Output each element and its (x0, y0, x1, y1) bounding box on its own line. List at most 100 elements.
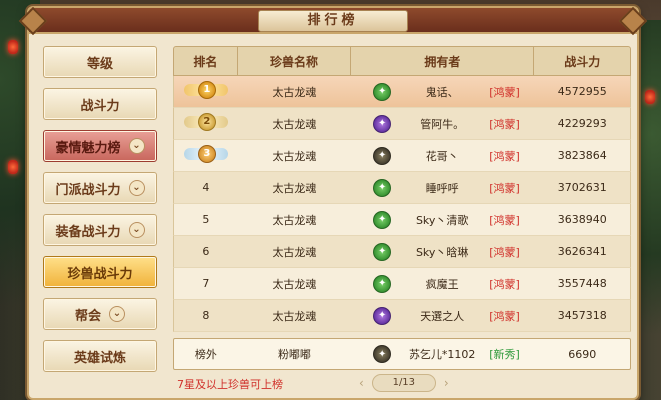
table-row[interactable]: 2 太古龙魂 ✦ 管阿牛。 [鸿蒙] 4229293 (173, 108, 631, 140)
chevron-down-icon[interactable]: ⌄ (128, 138, 145, 154)
table-footer: 7星及以上珍兽可上榜 ‹ 1/13 › (173, 372, 631, 394)
power-cell: 3626341 (557, 245, 607, 258)
chevron-down-icon[interactable]: ⌄ (109, 306, 125, 322)
next-page-icon[interactable]: › (444, 376, 449, 390)
header-pet-name: 珍兽名称 (238, 47, 352, 75)
sect-badge-icon: ✦ (373, 242, 392, 261)
pet-name-cell: 太古龙魂 (272, 85, 317, 99)
sidebar-item-0[interactable]: 等级 (43, 46, 157, 78)
owner-name[interactable]: 天選之人 (399, 308, 485, 324)
power-cell: 4572955 (557, 85, 607, 98)
chevron-down-icon[interactable]: ⌄ (128, 180, 145, 196)
power-cell: 3823864 (557, 149, 607, 162)
owner-name[interactable]: 睡呼呼 (399, 180, 485, 196)
owner-name[interactable]: 管阿牛。 (399, 116, 485, 132)
pet-name-cell: 太古龙魂 (272, 117, 317, 131)
sidebar-item-6[interactable]: 帮会 ⌄ (43, 298, 157, 330)
table-row[interactable]: 3 太古龙魂 ✦ 花哥丶 [鸿蒙] 3823864 (173, 140, 631, 172)
header-owner: 拥有者 (351, 47, 535, 75)
sect-badge-icon: ✦ (373, 274, 392, 293)
sidebar: 等级 战斗力 豪情魅力榜 ⌄ 门派战斗力 ⌄ 装备战斗力 ⌄ 珍兽战斗力 帮会 ⌄ 英雄试炼 (43, 46, 159, 382)
lantern-icon (645, 90, 655, 104)
owner-cell: ✦ 苏乞儿*1102 [新秀] (351, 345, 534, 363)
sidebar-item-4[interactable]: 装备战斗力 ⌄ (43, 214, 157, 246)
leaderboard-panel: 排行榜 等级 战斗力 豪情魅力榜 ⌄ 门派战斗力 ⌄ 装备战斗力 ⌄ 珍兽战斗力 帮会 ⌄ 英雄试炼 … (18, 6, 648, 400)
pet-name-cell: 太古龙魂 (272, 245, 317, 259)
power-cell: 3702631 (557, 181, 607, 194)
pet-name-cell: 太古龙魂 (272, 181, 317, 195)
table-row[interactable]: 8 太古龙魂 ✦ 天選之人 [鸿蒙] 3457318 (173, 300, 631, 332)
pet-name-cell: 太古龙魂 (272, 277, 317, 291)
sidebar-item-label: 帮会 (74, 308, 101, 324)
pet-name-cell: 太古龙魂 (272, 213, 317, 227)
rank-cell: 3 (174, 143, 238, 168)
guild-tag: [鸿蒙] (489, 117, 520, 131)
table-row[interactable]: 4 太古龙魂 ✦ 睡呼呼 [鸿蒙] 3702631 (173, 172, 631, 204)
owner-name[interactable]: 苏乞儿*1102 (399, 346, 485, 362)
owner-name[interactable]: 花哥丶 (399, 148, 485, 164)
rank-number: 2 (197, 113, 216, 131)
sidebar-item-label: 门派战斗力 (55, 182, 121, 198)
rank-cell: 1 (174, 79, 238, 104)
owner-name[interactable]: 鬼话、 (399, 84, 485, 100)
sect-badge-icon: ✦ (373, 210, 392, 229)
owner-cell: ✦ 睡呼呼 [鸿蒙] (351, 178, 534, 197)
table-row[interactable]: 榜外 粉嘟嘟 ✦ 苏乞儿*1102 [新秀] 6690 (173, 338, 631, 370)
guild-tag: [鸿蒙] (489, 309, 520, 323)
table-row[interactable]: 5 太古龙魂 ✦ Sky丶清歌 [鸿蒙] 3638940 (173, 204, 631, 236)
header-power: 战斗力 (564, 54, 601, 69)
rank-medal-icon: 2 (183, 111, 228, 133)
guild-tag: [鸿蒙] (489, 149, 520, 163)
power-cell: 3457318 (557, 309, 607, 322)
rank-number: 1 (197, 81, 216, 99)
sect-badge-icon: ✦ (373, 345, 392, 363)
title-bar: 排行榜 (18, 6, 648, 36)
rank-medal-icon: 3 (183, 143, 228, 165)
owner-cell: ✦ 疯魔王 [鸿蒙] (351, 274, 534, 293)
owner-cell: ✦ Sky丶晗琳 [鸿蒙] (351, 242, 534, 261)
rank-number: 3 (197, 145, 216, 163)
rank-cell: 8 (202, 309, 210, 322)
power-cell: 3557448 (557, 277, 607, 290)
eligibility-note: 7星及以上珍兽可上榜 (177, 378, 283, 391)
sidebar-item-label: 珍兽战斗力 (67, 266, 133, 282)
sect-badge-icon: ✦ (373, 146, 392, 165)
owner-name[interactable]: Sky丶清歌 (399, 212, 485, 228)
rank-cell: 4 (202, 181, 210, 194)
sidebar-item-5[interactable]: 珍兽战斗力 (43, 256, 157, 288)
table-row[interactable]: 7 太古龙魂 ✦ 疯魔王 [鸿蒙] 3557448 (173, 268, 631, 300)
rank-cell: 7 (202, 277, 210, 290)
owner-cell: ✦ 花哥丶 [鸿蒙] (351, 146, 534, 165)
sidebar-item-label: 英雄试炼 (73, 350, 126, 366)
sidebar-item-7[interactable]: 英雄试炼 (43, 340, 157, 372)
sect-badge-icon: ✦ (373, 178, 392, 197)
guild-tag: [鸿蒙] (489, 213, 520, 227)
owner-cell: ✦ 管阿牛。 [鸿蒙] (351, 114, 534, 133)
lantern-icon (8, 160, 18, 174)
guild-tag: [鸿蒙] (489, 245, 520, 259)
guild-tag: [鸿蒙] (489, 85, 520, 99)
guild-tag: [鸿蒙] (489, 277, 520, 291)
owner-cell: ✦ 天選之人 [鸿蒙] (351, 306, 534, 325)
prev-page-icon[interactable]: ‹ (359, 376, 364, 390)
self-rank-row[interactable]: 榜外 粉嘟嘟 ✦ 苏乞儿*1102 [新秀] 6690 (173, 338, 631, 370)
table-body: 1 太古龙魂 ✦ 鬼话、 [鸿蒙] 4572955 2 太古龙魂 ✦ 管阿牛。 [鸿蒙] 422929… (173, 76, 631, 332)
owner-name[interactable]: Sky丶晗琳 (399, 244, 485, 260)
table-header: 排名 珍兽名称 拥有者 战斗力 (173, 46, 631, 76)
sidebar-item-3[interactable]: 门派战斗力 ⌄ (43, 172, 157, 204)
rank-medal-icon: 1 (183, 79, 228, 101)
sidebar-item-label: 等级 (86, 56, 113, 72)
guild-tag: [新秀] (489, 348, 520, 361)
page-indicator: 1/13 (371, 374, 436, 392)
header-rank: 排名 (174, 47, 238, 75)
table-row[interactable]: 6 太古龙魂 ✦ Sky丶晗琳 [鸿蒙] 3626341 (173, 236, 631, 268)
table-row[interactable]: 1 太古龙魂 ✦ 鬼话、 [鸿蒙] 4572955 (173, 76, 631, 108)
chevron-down-icon[interactable]: ⌄ (128, 222, 145, 238)
owner-name[interactable]: 疯魔王 (399, 276, 485, 292)
sidebar-item-1[interactable]: 战斗力 (43, 88, 157, 120)
rank-cell: 2 (174, 111, 238, 136)
power-cell: 6690 (568, 347, 597, 361)
owner-cell: ✦ 鬼话、 [鸿蒙] (351, 82, 534, 101)
guild-tag: [鸿蒙] (489, 181, 520, 195)
sidebar-item-2[interactable]: 豪情魅力榜 ⌄ (43, 130, 157, 162)
